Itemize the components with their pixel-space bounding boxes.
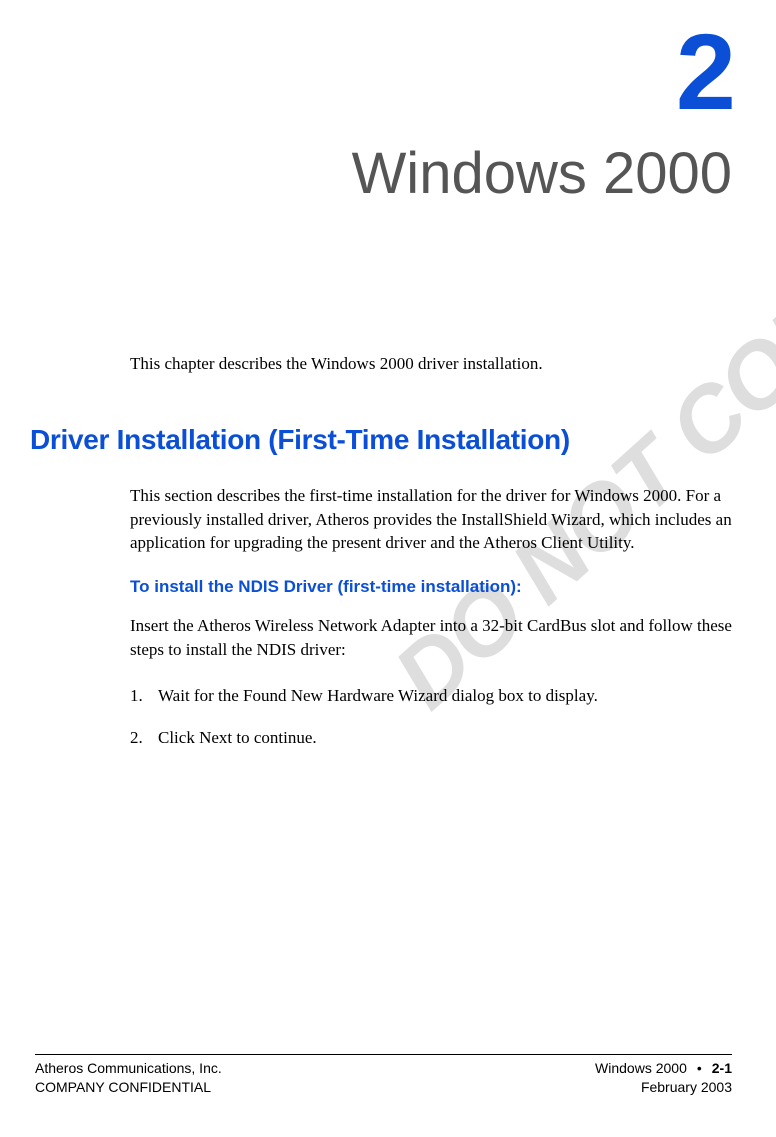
step-number: 1. <box>130 684 158 708</box>
section-heading: Driver Installation (First-Time Installa… <box>30 424 732 456</box>
footer-right: Windows 2000 • 2-1 February 2003 <box>595 1059 732 1097</box>
footer-section-title: Windows 2000 <box>595 1059 687 1078</box>
intro-paragraph: This chapter describes the Windows 2000 … <box>130 352 732 376</box>
step-text: Wait for the Found New Hardware Wizard d… <box>158 684 598 708</box>
step-item: 1. Wait for the Found New Hardware Wizar… <box>130 684 732 708</box>
page-number: 2-1 <box>712 1059 732 1078</box>
sub-heading: To install the NDIS Driver (first-time i… <box>130 577 732 597</box>
chapter-number: 2 <box>676 18 736 126</box>
step-text: Click Next to continue. <box>158 726 317 750</box>
step-number: 2. <box>130 726 158 750</box>
page-footer: Atheros Communications, Inc. COMPANY CON… <box>35 1054 732 1097</box>
chapter-title: Windows 2000 <box>352 140 732 207</box>
document-page: 2 Windows 2000 DO NOT COPY This chapter … <box>0 0 776 1137</box>
footer-company: Atheros Communications, Inc. <box>35 1059 222 1078</box>
bullet-icon: • <box>697 1059 702 1078</box>
step-item: 2. Click Next to continue. <box>130 726 732 750</box>
section-body: This section describes the first-time in… <box>130 484 732 555</box>
content-area: This chapter describes the Windows 2000 … <box>130 335 732 767</box>
footer-date: February 2003 <box>595 1078 732 1097</box>
footer-left: Atheros Communications, Inc. COMPANY CON… <box>35 1059 222 1097</box>
footer-confidential: COMPANY CONFIDENTIAL <box>35 1078 222 1097</box>
instruction-paragraph: Insert the Atheros Wireless Network Adap… <box>130 614 732 662</box>
